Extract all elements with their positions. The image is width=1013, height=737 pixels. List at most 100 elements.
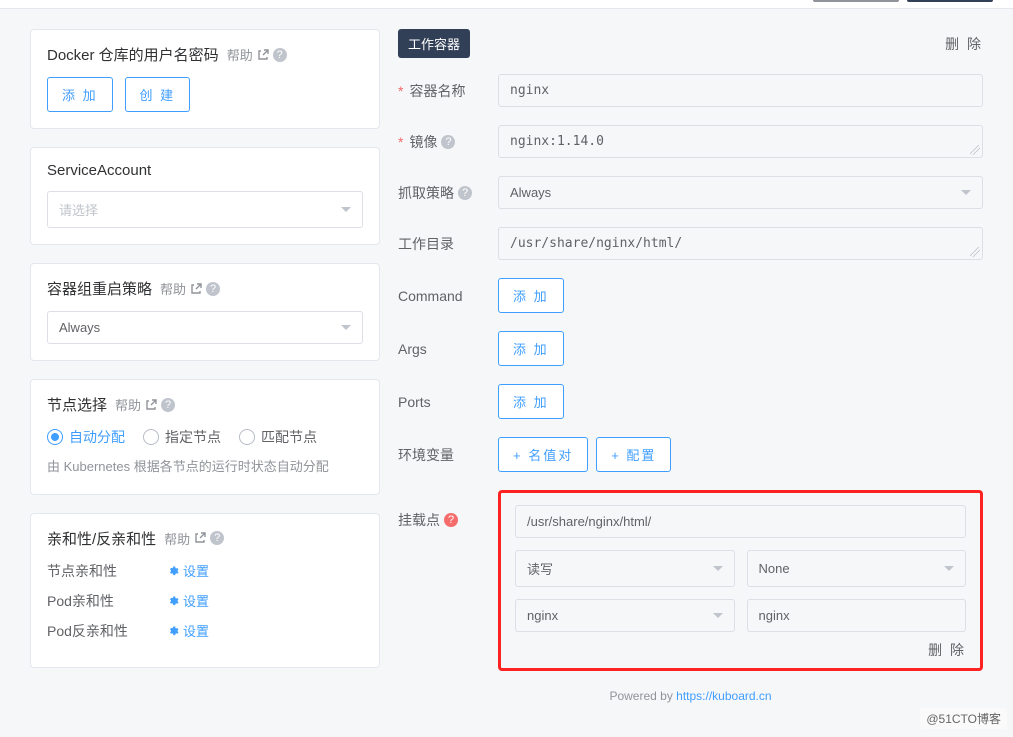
footer-link[interactable]: https://kuboard.cn	[676, 689, 771, 703]
input-value: nginx:1.14.0	[510, 134, 604, 149]
add-env-cfg-button[interactable]: + 配置	[596, 437, 671, 472]
external-icon	[257, 49, 269, 61]
top-buttons	[813, 0, 993, 2]
resize-icon	[970, 145, 980, 155]
row-ports: Ports 添 加	[398, 384, 983, 419]
row-pull: 抓取策略? Always	[398, 176, 983, 209]
aff-set-link[interactable]: 设置	[167, 621, 209, 640]
input-name[interactable]: nginx	[498, 74, 983, 107]
help-text: 帮助	[227, 45, 253, 64]
external-icon	[145, 399, 157, 411]
chevron-down-icon	[713, 613, 723, 623]
aff-set-link[interactable]: 设置	[167, 591, 209, 610]
help-link[interactable]: 帮助 ?	[160, 279, 220, 298]
help-text: 帮助	[164, 529, 190, 548]
restart-value: Always	[59, 320, 100, 335]
label-env: 环境变量	[398, 445, 498, 465]
label-pull: 抓取策略?	[398, 183, 498, 203]
footer: Powered by https://kuboard.cn	[398, 689, 983, 703]
help-text: 帮助	[115, 395, 141, 414]
help-link[interactable]: 帮助 ?	[115, 395, 175, 414]
aff-set-link[interactable]: 设置	[167, 561, 209, 580]
row-image: *镜像? nginx:1.14.0	[398, 125, 983, 158]
question-icon: ?	[441, 135, 455, 149]
label-command: Command	[398, 288, 498, 304]
question-icon: ?	[458, 186, 472, 200]
delete-container-link[interactable]: 删 除	[945, 34, 983, 54]
label-name: *容器名称	[398, 81, 498, 101]
radio-label: 指定节点	[165, 427, 221, 447]
help-link[interactable]: 帮助 ?	[227, 45, 287, 64]
help-link[interactable]: 帮助 ?	[164, 529, 224, 548]
top-button-grey[interactable]	[813, 0, 899, 2]
aff-title: 亲和性/反亲和性 帮助 ?	[47, 528, 363, 549]
docker-title: Docker 仓库的用户名密码 帮助 ?	[47, 44, 363, 65]
external-icon	[194, 532, 206, 544]
delete-mount-link[interactable]: 删 除	[928, 642, 966, 658]
sa-title: ServiceAccount	[47, 162, 363, 179]
aff-row-pod: Pod亲和性 设置	[47, 591, 363, 611]
restart-title: 容器组重启策略 帮助 ?	[47, 278, 363, 299]
aff-label: Pod反亲和性	[47, 621, 167, 641]
mount-row-2: 读写 None	[515, 550, 966, 587]
select-pull[interactable]: Always	[498, 176, 983, 209]
restart-select[interactable]: Always	[47, 311, 363, 344]
nodesel-card: 节点选择 帮助 ? 自动分配 指定节点 匹配节点 由 Kubernetes 根据…	[30, 379, 380, 495]
radio-match[interactable]: 匹配节点	[239, 427, 317, 447]
nodesel-radios: 自动分配 指定节点 匹配节点	[47, 427, 363, 447]
required-icon: *	[398, 134, 403, 150]
affinity-card: 亲和性/反亲和性 帮助 ? 节点亲和性 设置 Pod亲和性 设置 Pod反亲和性…	[30, 513, 380, 668]
set-text: 设置	[183, 591, 209, 610]
row-args: Args 添 加	[398, 331, 983, 366]
top-button-blue[interactable]	[907, 0, 993, 2]
aff-row-node: 节点亲和性 设置	[47, 561, 363, 581]
chevron-down-icon	[944, 566, 954, 576]
nodesel-title: 节点选择 帮助 ?	[47, 394, 363, 415]
input-workdir[interactable]: /usr/share/nginx/html/	[498, 227, 983, 260]
chevron-down-icon	[713, 566, 723, 576]
select-value: nginx	[527, 608, 558, 623]
add-args-button[interactable]: 添 加	[498, 331, 564, 366]
mount-highlight-box: /usr/share/nginx/html/ 读写 None nginx ngi…	[498, 490, 983, 671]
input-value: /usr/share/nginx/html/	[510, 236, 682, 251]
gear-icon	[167, 565, 179, 577]
container-header: 工作容器 删 除	[398, 29, 983, 58]
select-rw[interactable]: 读写	[515, 550, 735, 587]
label-text: 抓取策略	[398, 183, 454, 203]
restart-title-text: 容器组重启策略	[47, 278, 152, 299]
radio-dot-icon	[239, 429, 255, 445]
label-mount: 挂载点?	[398, 490, 498, 530]
input-mount-path[interactable]: /usr/share/nginx/html/	[515, 505, 966, 538]
add-ports-button[interactable]: 添 加	[498, 384, 564, 419]
input-subpath[interactable]: nginx	[747, 599, 967, 632]
radio-specify[interactable]: 指定节点	[143, 427, 221, 447]
input-value: /usr/share/nginx/html/	[527, 514, 651, 529]
chevron-down-icon	[341, 325, 351, 335]
label-text: 挂载点	[398, 510, 440, 530]
input-image[interactable]: nginx:1.14.0	[498, 125, 983, 158]
restart-card: 容器组重启策略 帮助 ? Always	[30, 263, 380, 361]
radio-dot-icon	[47, 429, 63, 445]
sa-select[interactable]: 请选择	[47, 191, 363, 228]
radio-dot-icon	[143, 429, 159, 445]
gear-icon	[167, 625, 179, 637]
footer-text: Powered by	[609, 689, 676, 703]
add-env-kv-button[interactable]: + 名值对	[498, 437, 588, 472]
add-command-button[interactable]: 添 加	[498, 278, 564, 313]
mount-del-row: 删 除	[515, 640, 966, 660]
chevron-down-icon	[961, 190, 971, 200]
row-name: *容器名称 nginx	[398, 74, 983, 107]
select-value: 读写	[527, 559, 553, 578]
select-none[interactable]: None	[747, 550, 967, 587]
select-volume[interactable]: nginx	[515, 599, 735, 632]
input-value: nginx	[510, 83, 549, 98]
question-icon: ?	[161, 398, 175, 412]
chevron-down-icon	[341, 207, 351, 217]
add-button[interactable]: 添 加	[47, 77, 113, 112]
create-button[interactable]: 创 建	[125, 77, 191, 112]
docker-card: Docker 仓库的用户名密码 帮助 ? 添 加 创 建	[30, 29, 380, 129]
left-column: Docker 仓库的用户名密码 帮助 ? 添 加 创 建 ServiceAcco…	[30, 29, 380, 668]
question-icon: ?	[210, 531, 224, 545]
radio-auto[interactable]: 自动分配	[47, 427, 125, 447]
help-text: 帮助	[160, 279, 186, 298]
